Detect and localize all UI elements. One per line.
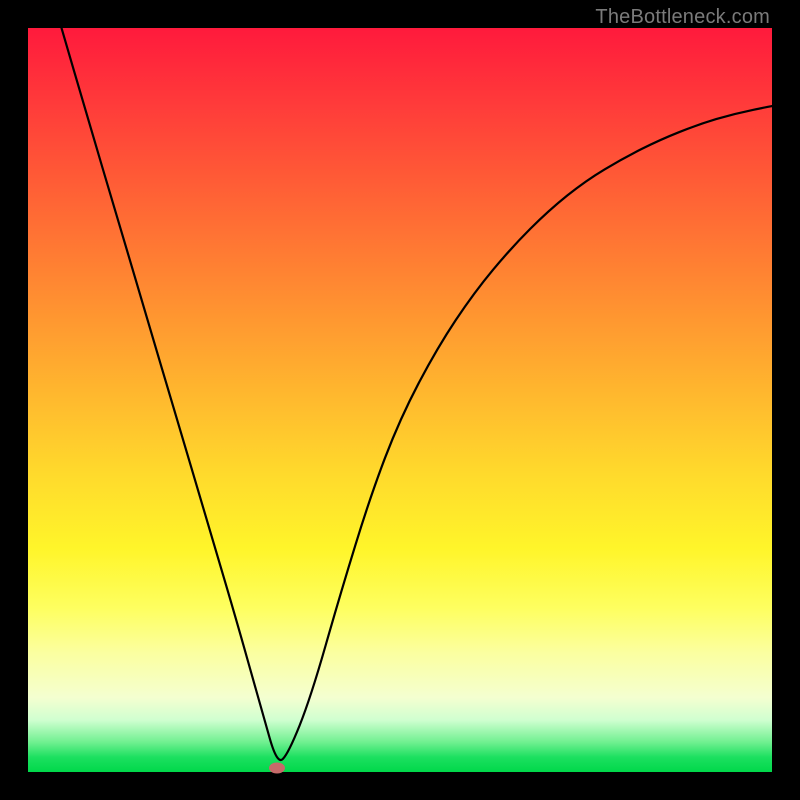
curve-svg [28, 28, 772, 772]
chart-frame: TheBottleneck.com [0, 0, 800, 800]
bottleneck-curve [62, 28, 773, 760]
watermark-text: TheBottleneck.com [595, 6, 770, 29]
minimum-marker [269, 763, 285, 774]
plot-area [28, 28, 772, 772]
